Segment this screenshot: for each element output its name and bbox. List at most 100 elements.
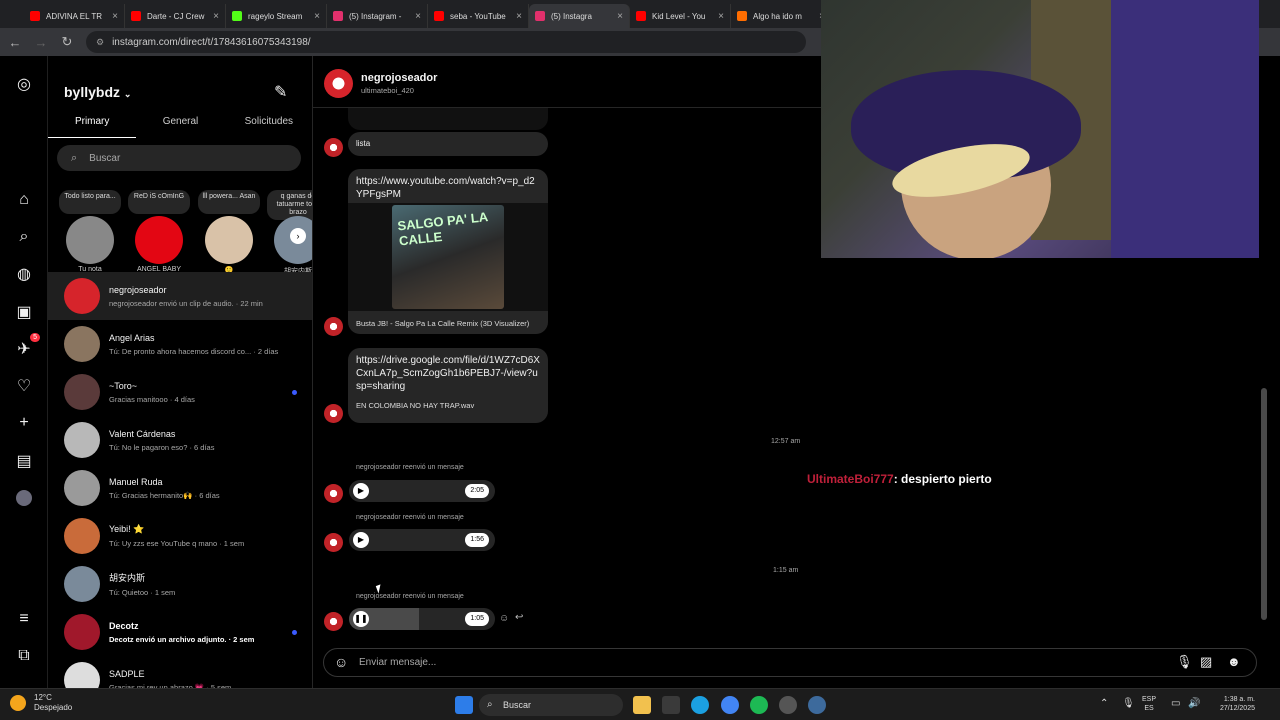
pause-icon[interactable]: ❚❚: [353, 611, 369, 627]
image-icon[interactable]: ▨: [1200, 654, 1212, 670]
explore-icon[interactable]: ◍: [14, 264, 34, 284]
taskbar-search[interactable]: ⌕ Buscar: [479, 694, 623, 716]
react-icon[interactable]: ☺: [499, 613, 509, 624]
notifications-icon[interactable]: ♡: [14, 376, 34, 396]
search-input[interactable]: ⌕ Buscar: [57, 145, 301, 171]
play-icon[interactable]: ▶: [353, 483, 369, 499]
browser-tab[interactable]: (5) Instagram - ×: [327, 4, 428, 28]
store-icon[interactable]: [662, 696, 680, 714]
forward-icon[interactable]: →: [30, 35, 52, 50]
tab-requests[interactable]: Solicitudes: [225, 114, 312, 138]
account-switcher[interactable]: byllybdz ⌄: [64, 84, 131, 100]
network-icon[interactable]: ▭: [1171, 699, 1180, 709]
reels-icon[interactable]: ▣: [14, 302, 34, 322]
language-indicator[interactable]: ESP ES: [1142, 695, 1156, 713]
youtube-link[interactable]: https://www.youtube.com/watch?v=p_d2YPFg…: [348, 169, 548, 203]
tab-close-icon[interactable]: ×: [415, 11, 421, 22]
conversation-item[interactable]: Yeibi! ⭐ Tú: Uy zzs ese YouTube q mano · …: [48, 512, 312, 560]
weather-icon: [10, 695, 26, 711]
language-secondary: ES: [1144, 705, 1154, 712]
conversation-preview: negrojoseador envió un clip de audio. · …: [109, 298, 263, 308]
sticker-icon[interactable]: ☻: [1227, 654, 1241, 669]
tab-close-icon[interactable]: ×: [213, 11, 219, 22]
conversation-item[interactable]: Decotz Decotz envió un archivo adjunto. ·…: [48, 608, 312, 656]
browser-tab[interactable]: (5) Instagra ×: [529, 4, 630, 28]
obs-icon[interactable]: [779, 696, 797, 714]
link-message[interactable]: https://www.youtube.com/watch?v=p_d2YPFg…: [348, 169, 548, 334]
create-icon[interactable]: +: [14, 413, 34, 433]
drive-link[interactable]: https://drive.google.com/file/d/1WZ7cD6X…: [348, 348, 548, 395]
edge-icon[interactable]: [691, 696, 709, 714]
conversation-item[interactable]: Angel Arias Tú: De pronto ahora hacemos d…: [48, 320, 312, 368]
conversation-name: Manuel Ruda: [109, 476, 163, 487]
note-bubble: Todo listo para...: [59, 190, 121, 214]
conversation-item[interactable]: Manuel Ruda Tú: Gracias hermanito🙌 · 6 dí…: [48, 464, 312, 512]
tab-close-icon[interactable]: ×: [718, 11, 724, 22]
conversation-item[interactable]: 胡安内斯 Tú: Quietoo · 1 sem: [48, 560, 312, 608]
weather-temp: 12°C: [34, 693, 52, 702]
scrollbar-thumb[interactable]: [1261, 388, 1267, 620]
reply-icon[interactable]: ↩: [515, 612, 523, 623]
home-icon[interactable]: ⌂: [14, 190, 34, 210]
audio-message-playing[interactable]: ❚❚ 1:05: [349, 608, 495, 630]
image-message[interactable]: [348, 108, 548, 130]
threads-icon[interactable]: ⧉: [14, 646, 34, 666]
link-message[interactable]: https://drive.google.com/file/d/1WZ7cD6X…: [348, 348, 548, 423]
video-thumbnail[interactable]: SALGO PA' LA CALLE: [348, 203, 548, 311]
messages-icon[interactable]: ✈ 5: [14, 333, 40, 359]
browser-tab[interactable]: Darte - CJ Crew ×: [125, 4, 226, 28]
message-composer[interactable]: ☺ Enviar mensaje... 🎙 ▨ ☻: [323, 648, 1257, 677]
notes-next-icon[interactable]: ›: [290, 228, 306, 244]
inbox-tabs: Primary General Solicitudes: [48, 114, 312, 138]
start-icon[interactable]: [455, 696, 473, 714]
audio-message[interactable]: ▶ 1:56: [349, 529, 495, 551]
instagram-logo-icon[interactable]: ◎: [14, 74, 34, 94]
browser-tab[interactable]: ADIVINA EL TR ×: [24, 4, 125, 28]
url-text: instagram.com/direct/t/17843616075343198…: [112, 36, 311, 48]
tray-chevron-icon[interactable]: ⌃: [1100, 699, 1108, 709]
browser-tab[interactable]: Algo ha ido m×: [731, 4, 832, 28]
chrome-icon[interactable]: [721, 696, 739, 714]
dashboard-icon[interactable]: ▤: [14, 451, 34, 471]
file-explorer-icon[interactable]: [633, 696, 651, 714]
tab-general[interactable]: General: [136, 114, 224, 138]
browser-tab[interactable]: rageylo Stream ×: [226, 4, 327, 28]
volume-icon[interactable]: 🔊: [1188, 699, 1200, 709]
tab-close-icon[interactable]: ×: [112, 11, 118, 22]
browser-tab[interactable]: Kid Level - You ×: [630, 4, 731, 28]
clock-time: 1:38 a. m.: [1223, 696, 1255, 703]
tab-close-icon[interactable]: ×: [617, 11, 623, 22]
new-message-icon[interactable]: ✎: [274, 82, 287, 102]
search-icon[interactable]: ⌕: [14, 227, 34, 247]
tab-close-icon[interactable]: ×: [516, 11, 522, 22]
tab-primary[interactable]: Primary: [48, 114, 137, 138]
spotify-icon[interactable]: [750, 696, 768, 714]
conversation-item[interactable]: Valent Cárdenas Tú: No le pagaron eso? · …: [48, 416, 312, 464]
conversation-item[interactable]: negrojoseador negrojoseador envió un clip…: [48, 272, 312, 320]
conversation-item[interactable]: SADPLE Gracias mi rey un abrazo 💗 · 5 sem: [48, 656, 312, 688]
tray-mic-icon[interactable]: 🎙: [1122, 699, 1135, 709]
site-info-icon[interactable]: ⚙: [96, 37, 104, 48]
url-field[interactable]: ⚙ instagram.com/direct/t/178436160753431…: [86, 31, 806, 53]
chat-header-name[interactable]: negrojoseador: [361, 72, 437, 84]
webcam-overlay: [821, 0, 1259, 258]
conversation-item[interactable]: ~Toro~ Gracias manitooo · 4 días: [48, 368, 312, 416]
profile-avatar[interactable]: [14, 488, 34, 508]
browser-tab[interactable]: seba - YouTube ×: [428, 4, 529, 28]
menu-icon[interactable]: ≡: [14, 609, 34, 629]
chat-avatar[interactable]: [324, 69, 353, 98]
forwarded-label: negrojoseador reenvió un mensaje: [356, 464, 464, 471]
emoji-icon[interactable]: ☺: [334, 654, 348, 670]
tab-favicon-icon: [737, 11, 747, 21]
tab-close-icon[interactable]: ×: [314, 11, 320, 22]
back-icon[interactable]: ←: [4, 35, 26, 50]
steam-icon[interactable]: [808, 696, 826, 714]
audio-message[interactable]: ▶ 2:05: [349, 480, 495, 502]
play-icon[interactable]: ▶: [353, 532, 369, 548]
clock[interactable]: 1:38 a. m. 27/12/2025: [1207, 695, 1255, 713]
message-input[interactable]: Enviar mensaje...: [359, 657, 436, 668]
reload-icon[interactable]: ↻: [56, 34, 78, 50]
tab-title: rageylo Stream: [248, 11, 303, 21]
microphone-icon[interactable]: 🎙: [1176, 654, 1193, 670]
chat-scrollbar[interactable]: [1259, 258, 1269, 688]
